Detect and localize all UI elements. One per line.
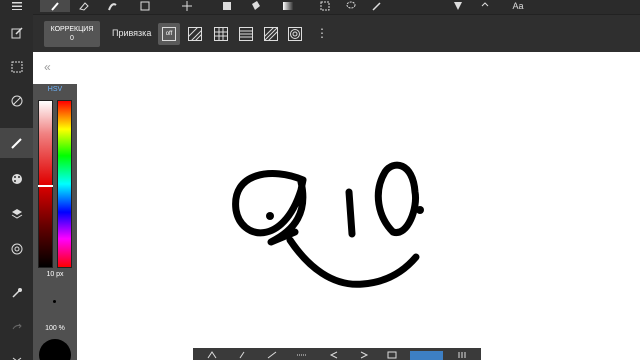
text-tool-icon[interactable]: Aa [506, 0, 530, 12]
bottom-toolbar [193, 348, 481, 360]
layers-icon[interactable] [0, 199, 33, 229]
selection-icon[interactable] [0, 52, 33, 82]
snap-radial-icon[interactable] [284, 23, 306, 45]
value-slider[interactable] [38, 100, 53, 268]
transform-icon[interactable] [265, 350, 279, 360]
mouth-stroke [286, 236, 420, 288]
grid-dots-icon[interactable] [295, 350, 309, 360]
move-icon[interactable] [180, 0, 194, 12]
rotate-icon[interactable] [237, 350, 251, 360]
snap-horizontal-icon[interactable] [235, 23, 257, 45]
hand-tool-icon[interactable] [478, 0, 492, 12]
smudge-icon[interactable] [104, 0, 120, 12]
arrow-left-icon[interactable] [327, 350, 341, 360]
active-tool-button[interactable] [410, 351, 443, 360]
brush-icon[interactable] [0, 128, 33, 158]
wand-icon[interactable] [370, 0, 384, 12]
top-toolbar: Aa [0, 0, 640, 14]
left-eye-stroke [232, 170, 307, 246]
snap-off-button[interactable]: off [158, 23, 180, 45]
snap-perspective-icon[interactable] [260, 23, 282, 45]
tool-options-bar: КОРРЕКЦИЯ 0 Привязка off ⋮ [0, 14, 640, 52]
arrow-right-icon[interactable] [357, 350, 371, 360]
eraser-icon[interactable] [76, 0, 92, 12]
frame-icon[interactable] [385, 350, 399, 360]
right-pupil [416, 206, 424, 214]
value-slider-handle[interactable] [38, 185, 53, 187]
menu-icon[interactable] [10, 0, 24, 12]
select-icon[interactable] [318, 0, 332, 12]
ruler-icon[interactable] [0, 86, 33, 116]
fill-icon[interactable] [220, 0, 234, 12]
redo-icon[interactable] [0, 312, 33, 342]
eyedropper-icon[interactable] [0, 278, 33, 308]
snap-parallel-icon[interactable] [184, 23, 206, 45]
opacity-label[interactable]: 100 % [33, 325, 77, 332]
brush-size-label[interactable]: 10 px [33, 271, 77, 278]
materials-icon[interactable] [0, 234, 33, 264]
edit-icon[interactable] [0, 18, 33, 48]
palette-icon[interactable] [0, 164, 33, 194]
brush-size-preview [53, 300, 56, 303]
snap-off-label: off [162, 27, 176, 41]
snap-label: Привязка [112, 28, 152, 38]
correction-button[interactable]: КОРРЕКЦИЯ 0 [44, 21, 100, 47]
undo-icon[interactable] [0, 344, 33, 360]
flip-icon[interactable] [205, 350, 219, 360]
right-eye-stroke [374, 161, 420, 236]
left-pupil [266, 212, 274, 220]
correction-label: КОРРЕКЦИЯ [50, 26, 94, 33]
correction-value: 0 [70, 35, 74, 42]
lasso-icon[interactable] [344, 0, 358, 12]
color-mode-label[interactable]: HSV [33, 86, 77, 93]
square-icon[interactable] [138, 0, 152, 12]
more-options-icon[interactable]: ⋮ [316, 27, 328, 39]
hue-slider[interactable] [57, 100, 72, 268]
pen-tool-icon[interactable] [40, 0, 70, 12]
canvas-drawing [232, 161, 424, 288]
nose-stroke [345, 188, 356, 238]
snap-grid-icon[interactable] [210, 23, 232, 45]
layer-tool-icon[interactable] [450, 0, 466, 12]
left-toolbar [0, 14, 33, 360]
gradient-icon[interactable] [280, 0, 296, 12]
bucket-icon[interactable] [248, 0, 264, 12]
more-tools-icon[interactable] [455, 350, 469, 360]
